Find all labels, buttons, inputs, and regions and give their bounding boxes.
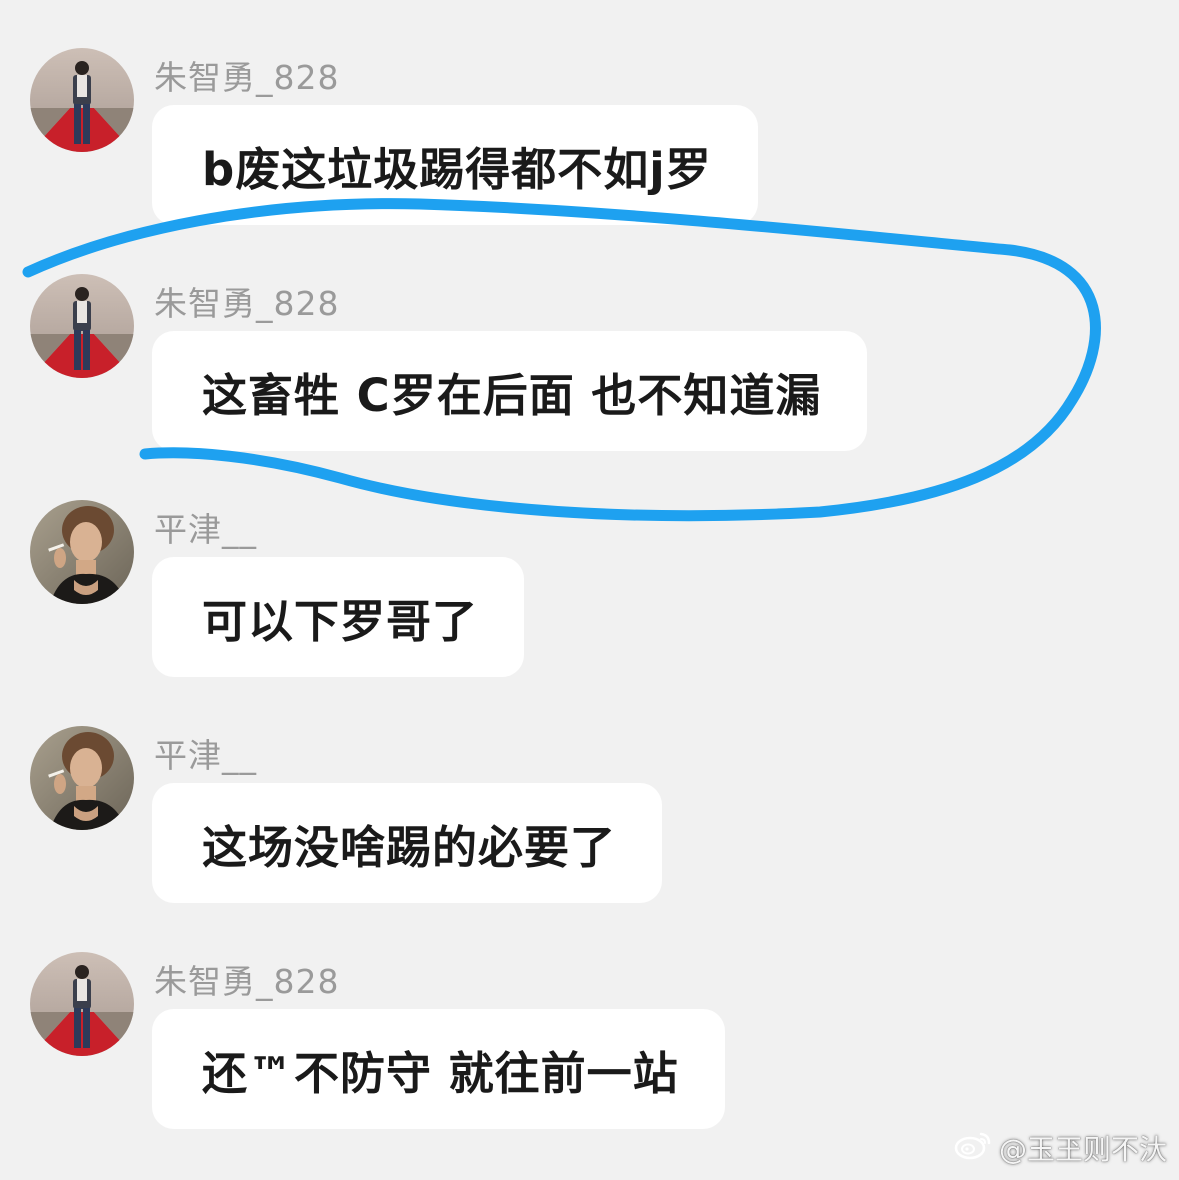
message-text: 这场没啥踢的必要了 (202, 820, 617, 874)
red-carpet-man-avatar-image (30, 952, 134, 1056)
message-text: 这畜牲 C罗在后面 也不知道漏 (202, 368, 822, 422)
weibo-icon (953, 1129, 993, 1168)
message-bubble[interactable]: 还™不防守 就往前一站 (152, 1009, 725, 1129)
message-bubble[interactable]: 这畜牲 C罗在后面 也不知道漏 (152, 331, 868, 451)
username[interactable]: 朱智勇_828 (154, 51, 340, 99)
user-avatar-woman-smoking[interactable] (30, 500, 134, 604)
username[interactable]: 平津__ (154, 729, 257, 777)
red-carpet-man-avatar-image (30, 274, 134, 378)
user-avatar-red-carpet-man[interactable] (30, 274, 134, 378)
user-avatar-red-carpet-man[interactable] (30, 48, 134, 152)
red-carpet-man-avatar-image (30, 48, 134, 152)
woman-smoking-avatar-image (30, 500, 134, 604)
message-text: 可以下罗哥了 (202, 594, 479, 648)
woman-smoking-avatar-image (30, 726, 134, 830)
message-bubble[interactable]: b废这垃圾踢得都不如j罗 (152, 105, 758, 225)
watermark-handle: @玉玊则不汏 (998, 1133, 1167, 1166)
message-text: 还™不防守 就往前一站 (202, 1046, 679, 1100)
message-bubble[interactable]: 这场没啥踢的必要了 (152, 783, 663, 903)
message-text: b废这垃圾踢得都不如j罗 (202, 142, 712, 196)
user-avatar-red-carpet-man[interactable] (30, 952, 134, 1056)
username[interactable]: 朱智勇_828 (154, 955, 340, 1003)
username[interactable]: 平津__ (154, 503, 257, 551)
username[interactable]: 朱智勇_828 (154, 277, 340, 325)
user-avatar-woman-smoking[interactable] (30, 726, 134, 830)
watermark: @玉玊则不汏 (953, 1128, 1167, 1168)
message-bubble[interactable]: 可以下罗哥了 (152, 557, 525, 677)
